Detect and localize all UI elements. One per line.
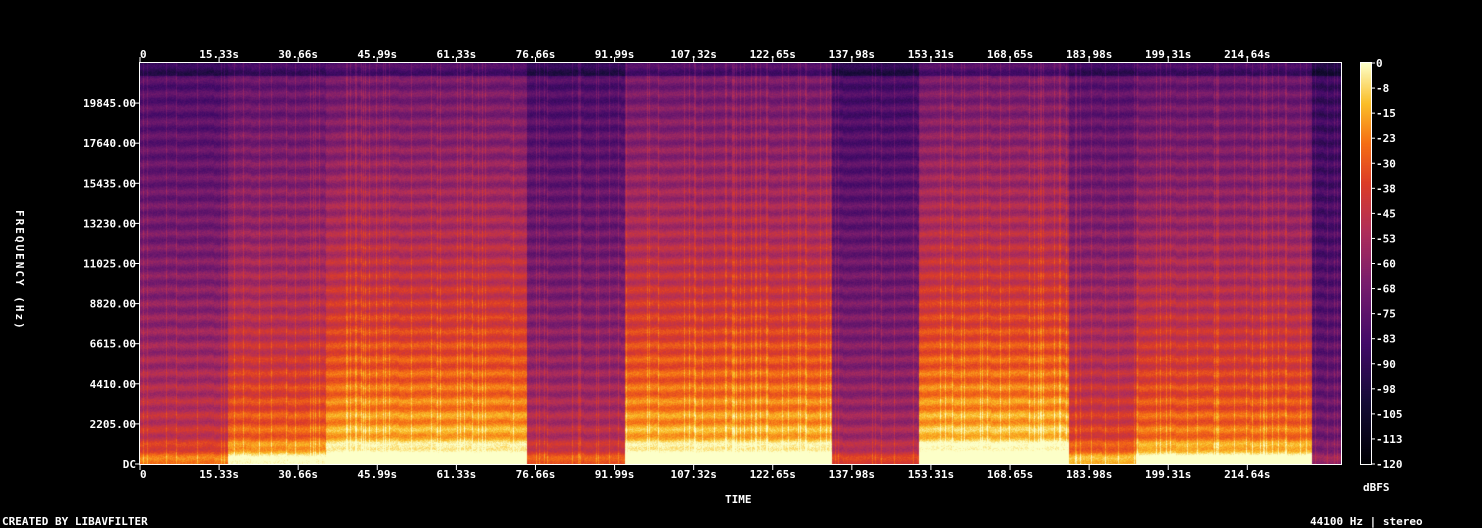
x-tick-label-bottom: 122.65s — [750, 468, 796, 481]
x-tick-label-bottom: 45.99s — [357, 468, 397, 481]
x-tick-label-bottom: 183.98s — [1066, 468, 1112, 481]
x-tick-label-bottom: 15.33s — [199, 468, 239, 481]
colorbar-tick-label: -60 — [1376, 258, 1396, 271]
colorbar-tick-label: -120 — [1376, 458, 1403, 471]
y-tick-label: 8820.00 — [90, 298, 136, 311]
x-tick-label-top: 122.65s — [750, 48, 796, 61]
colorbar-tick-label: -90 — [1376, 358, 1396, 371]
colorbar-tick-label: -98 — [1376, 383, 1396, 396]
colorbar-tick-label: 0 — [1376, 57, 1383, 70]
x-tick-label-bottom: 30.66s — [278, 468, 318, 481]
x-tick-label-bottom: 61.33s — [437, 468, 477, 481]
y-tick-label: DC — [123, 458, 136, 471]
colorbar-tick-label: -105 — [1376, 408, 1403, 421]
x-tick-label-bottom: 76.66s — [516, 468, 556, 481]
colorbar-tick-label: -15 — [1376, 107, 1396, 120]
x-tick-label-top: 183.98s — [1066, 48, 1112, 61]
x-tick-label-bottom: 168.65s — [987, 468, 1033, 481]
y-axis-label: FREQUENCY (Hz) — [13, 210, 26, 331]
x-tick-label-top: 61.33s — [437, 48, 477, 61]
colorbar-tick-label: -38 — [1376, 182, 1396, 195]
y-tick-label: 17640.00 — [83, 137, 136, 150]
x-axis-label: TIME — [725, 493, 752, 506]
y-tick-label: 13230.00 — [83, 217, 136, 230]
y-tick-label: 19845.00 — [83, 97, 136, 110]
x-tick-label-bottom: 153.31s — [908, 468, 954, 481]
colorbar-tick-label: -83 — [1376, 333, 1396, 346]
axes-overlay: 0 0 15.33s 15.33s 30.66s 30.66s 45.99s 45.99s 61… — [83, 48, 1403, 481]
x-tick-label-top: 199.31s — [1145, 48, 1191, 61]
x-tick-label-top: 15.33s — [199, 48, 239, 61]
x-tick-label-top: 76.66s — [516, 48, 556, 61]
colorbar-tick-label: -68 — [1376, 283, 1396, 296]
x-tick-label-top: 168.65s — [987, 48, 1033, 61]
x-tick-label-bottom: 0 — [140, 468, 147, 481]
x-tick-label-bottom: 214.64s — [1224, 468, 1270, 481]
colorbar-tick-label: -75 — [1376, 308, 1396, 321]
colorbar-tick-label: -23 — [1376, 132, 1396, 145]
x-tick-label-top: 153.31s — [908, 48, 954, 61]
plot-frame — [139, 62, 1342, 465]
y-tick-label: 4410.00 — [90, 378, 136, 391]
x-tick-label-top: 45.99s — [357, 48, 397, 61]
x-tick-label-top: 30.66s — [278, 48, 318, 61]
audio-info-text: 44100 Hz | stereo — [1310, 515, 1423, 528]
x-tick-label-bottom: 137.98s — [829, 468, 875, 481]
colorbar-frame — [1360, 62, 1372, 465]
x-tick-label-top: 107.32s — [670, 48, 716, 61]
x-tick-label-top: 214.64s — [1224, 48, 1270, 61]
y-tick-label: 11025.00 — [83, 258, 136, 271]
colorbar-label: dBFS — [1363, 481, 1390, 494]
x-tick-label-top: 91.99s — [595, 48, 635, 61]
colorbar-tick-label: -30 — [1376, 157, 1396, 170]
colorbar-tick-label: -45 — [1376, 207, 1396, 220]
credit-text: CREATED BY LIBAVFILTER — [2, 515, 148, 528]
x-tick-label-bottom: 199.31s — [1145, 468, 1191, 481]
colorbar-tick-label: -53 — [1376, 232, 1396, 245]
y-tick-label: 15435.00 — [83, 177, 136, 190]
y-tick-label: 2205.00 — [90, 418, 136, 431]
y-tick-label: 6615.00 — [90, 338, 136, 351]
colorbar-tick-label: -8 — [1376, 82, 1389, 95]
x-tick-label-top: 137.98s — [829, 48, 875, 61]
colorbar-tick-label: -113 — [1376, 433, 1403, 446]
x-tick-label-bottom: 107.32s — [670, 468, 716, 481]
x-tick-label-top: 0 — [140, 48, 147, 61]
x-tick-label-bottom: 91.99s — [595, 468, 635, 481]
